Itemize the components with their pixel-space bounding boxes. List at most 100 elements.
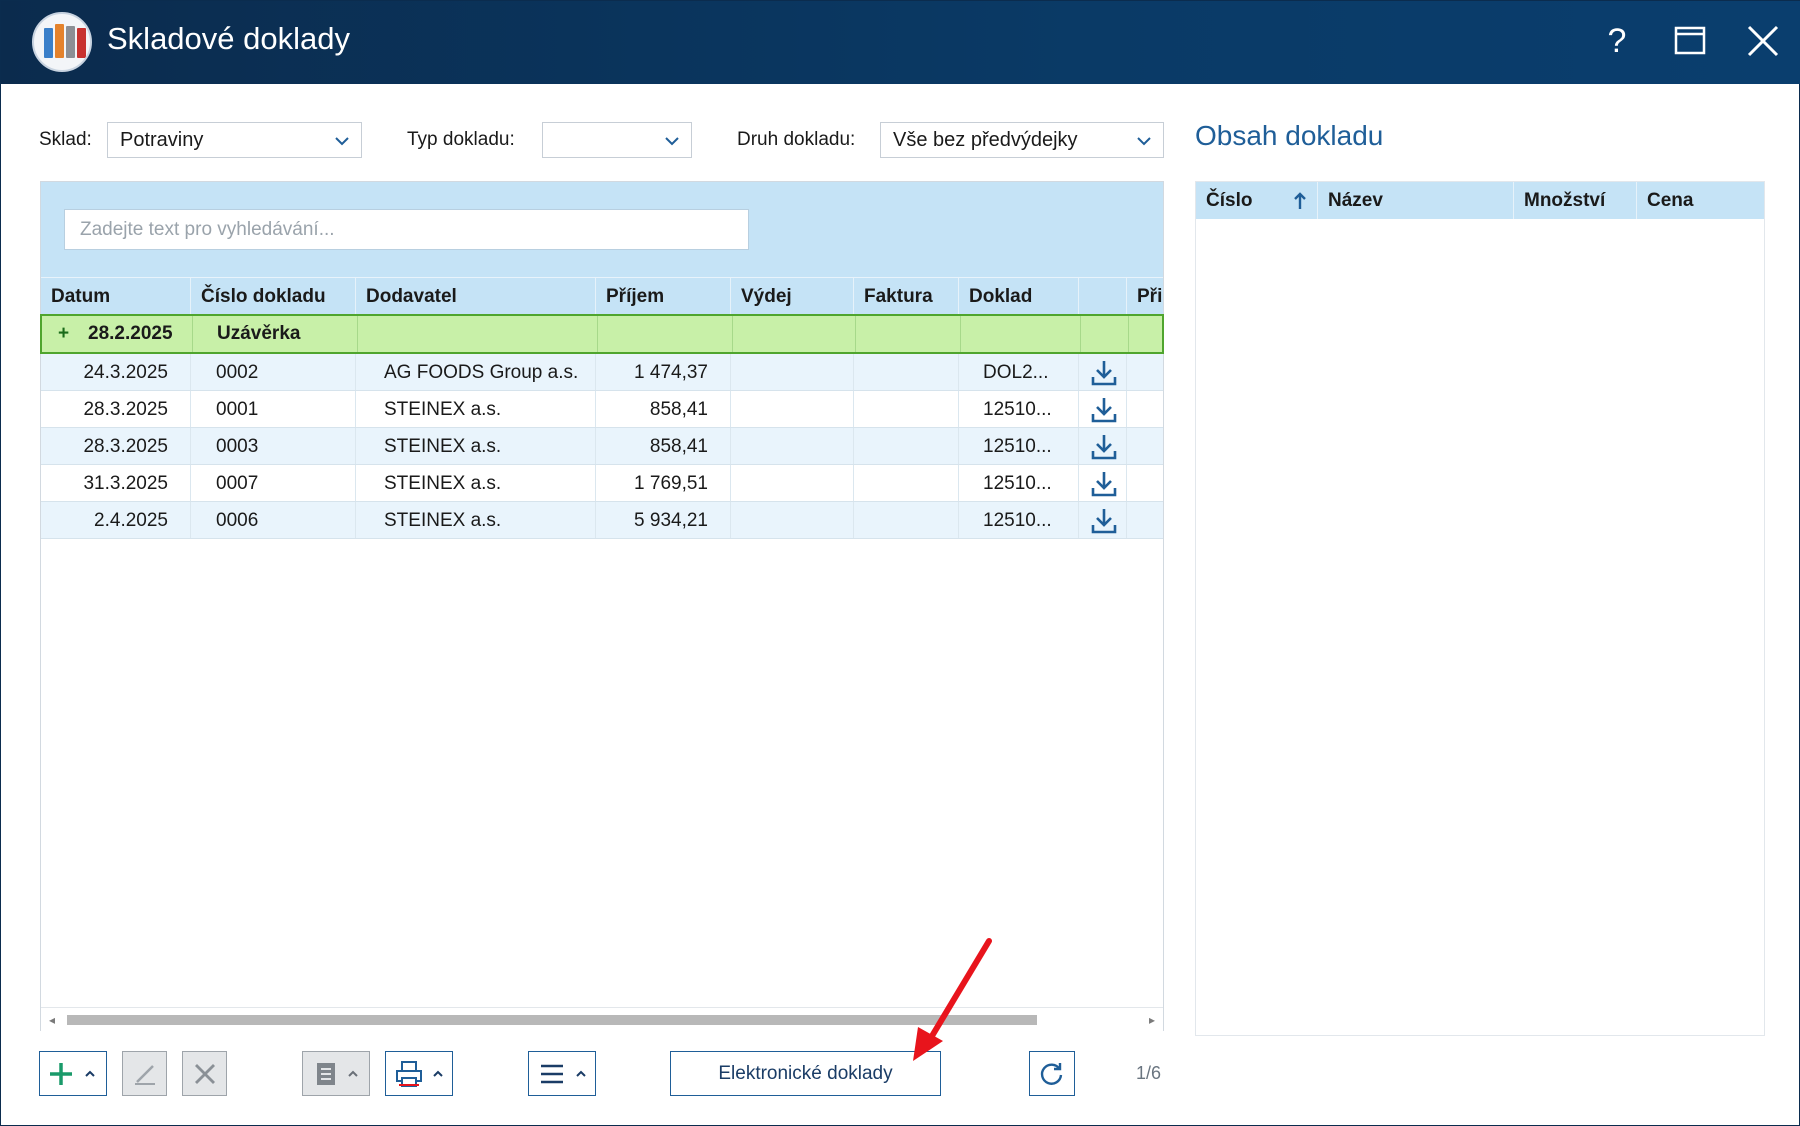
hamburger-menu-icon (541, 1064, 563, 1084)
print-button[interactable] (385, 1051, 453, 1096)
annotation-arrow-icon (913, 938, 992, 1061)
table-row[interactable]: 2.4.2025 0006 STEINEX a.s. 5 934,21 1251… (41, 502, 1163, 539)
column-header-cislo-label: Číslo (1206, 190, 1253, 211)
cell-cislo: 0001 (191, 391, 356, 427)
cell-vydej (731, 428, 854, 464)
cell-prijem: 5 934,21 (596, 502, 731, 538)
edit-button[interactable] (122, 1051, 167, 1096)
group-date-cell: + 28.2.2025 (42, 316, 193, 352)
skladove-doklady-window: Skladové doklady ? Sklad: Potraviny Typ … (0, 0, 1800, 1126)
download-icon[interactable] (1089, 506, 1119, 536)
group-empty-cell (1081, 316, 1129, 352)
group-label: Uzávěrka (193, 316, 358, 352)
documents-grid: Datum Číslo dokladu Dodavatel Příjem Výd… (40, 181, 1164, 1031)
column-header-pri[interactable]: Při (1127, 278, 1163, 315)
cell-prijem: 1 474,37 (596, 354, 731, 390)
detail-header: Číslo Název Množství Cena (1196, 182, 1764, 219)
group-empty-cell (358, 316, 598, 352)
column-header-nazev[interactable]: Název (1318, 182, 1514, 219)
delete-icon (195, 1064, 215, 1084)
group-date: 28.2.2025 (88, 323, 173, 344)
refresh-button[interactable] (1029, 1051, 1075, 1096)
scroll-right-icon[interactable]: ▸ (1149, 1013, 1155, 1027)
typ-dokladu-select[interactable] (542, 122, 692, 158)
refresh-icon (1040, 1063, 1063, 1085)
column-header-cislo-dokladu[interactable]: Číslo dokladu (191, 278, 356, 315)
cell-datum: 2.4.2025 (41, 502, 191, 538)
download-icon[interactable] (1089, 469, 1119, 499)
cell-cislo: 0006 (191, 502, 356, 538)
cell-faktura (854, 354, 959, 390)
caret-up-icon (85, 1070, 95, 1077)
cell-doklad: 12510... (959, 465, 1079, 501)
add-button[interactable] (39, 1051, 107, 1096)
cell-dodavatel: STEINEX a.s. (356, 465, 596, 501)
cell-doklad: DOL2... (959, 354, 1079, 390)
column-header-dodavatel[interactable]: Dodavatel (356, 278, 596, 315)
sklad-select[interactable]: Potraviny (107, 122, 362, 158)
download-icon[interactable] (1089, 432, 1119, 462)
caret-up-icon (576, 1070, 586, 1077)
cell-cislo: 0003 (191, 428, 356, 464)
search-band (41, 182, 1163, 277)
column-header-prijem[interactable]: Příjem (596, 278, 731, 315)
cell-vydej (731, 354, 854, 390)
menu-button[interactable] (528, 1051, 596, 1096)
cell-faktura (854, 391, 959, 427)
help-icon[interactable]: ? (1595, 19, 1639, 63)
cell-prijem: 1 769,51 (596, 465, 731, 501)
cell-dodavatel: STEINEX a.s. (356, 428, 596, 464)
cell-faktura (854, 428, 959, 464)
column-header-vydej[interactable]: Výdej (731, 278, 854, 315)
document-button[interactable] (302, 1051, 370, 1096)
druh-dokladu-value: Vše bez předvýdejky (893, 129, 1078, 151)
cell-doklad: 12510... (959, 391, 1079, 427)
column-header-faktura[interactable]: Faktura (854, 278, 959, 315)
cell-datum: 28.3.2025 (41, 428, 191, 464)
obsah-dokladu-title: Obsah dokladu (1195, 120, 1384, 151)
cell-cislo: 0007 (191, 465, 356, 501)
sklad-label: Sklad: (39, 129, 92, 150)
maximize-icon[interactable] (1669, 19, 1713, 63)
cell-datum: 31.3.2025 (41, 465, 191, 501)
cell-dodavatel: STEINEX a.s. (356, 502, 596, 538)
column-header-datum[interactable]: Datum (41, 278, 191, 315)
cell-dodavatel: AG FOODS Group a.s. (356, 354, 596, 390)
cell-doklad: 12510... (959, 502, 1079, 538)
download-icon[interactable] (1089, 358, 1119, 388)
title-bar: Skladové doklady ? (1, 1, 1800, 84)
close-icon[interactable] (1741, 19, 1785, 63)
chevron-down-icon (1137, 137, 1151, 146)
table-row[interactable]: 28.3.2025 0001 STEINEX a.s. 858,41 12510… (41, 391, 1163, 428)
druh-dokladu-select[interactable]: Vše bez předvýdejky (880, 122, 1164, 158)
search-input[interactable] (64, 209, 749, 250)
chevron-down-icon (335, 137, 349, 146)
column-header-download[interactable] (1079, 278, 1127, 315)
cell-prijem: 858,41 (596, 391, 731, 427)
group-row[interactable]: + 28.2.2025 Uzávěrka (40, 314, 1164, 354)
cell-datum: 24.3.2025 (41, 354, 191, 390)
table-row[interactable]: 24.3.2025 0002 AG FOODS Group a.s. 1 474… (41, 354, 1163, 391)
cell-cislo: 0002 (191, 354, 356, 390)
column-header-cena[interactable]: Cena (1637, 182, 1764, 219)
delete-button[interactable] (182, 1051, 227, 1096)
cell-prijem: 858,41 (596, 428, 731, 464)
group-empty-cell (856, 316, 961, 352)
printer-icon (396, 1061, 422, 1087)
druh-dokladu-label: Druh dokladu: (737, 129, 856, 150)
pencil-icon (135, 1065, 155, 1085)
scrollbar-thumb[interactable] (67, 1015, 1037, 1025)
group-empty-cell (733, 316, 856, 352)
expand-icon[interactable]: + (58, 316, 69, 352)
obsah-dokladu-panel: Číslo Název Množství Cena (1195, 181, 1765, 1036)
cell-faktura (854, 465, 959, 501)
column-header-doklad[interactable]: Doklad (959, 278, 1079, 315)
app-logo-icon (32, 12, 92, 72)
cell-vydej (731, 391, 854, 427)
scroll-left-icon[interactable]: ◂ (49, 1013, 55, 1027)
column-header-mnozstvi[interactable]: Množství (1514, 182, 1637, 219)
download-icon[interactable] (1089, 395, 1119, 425)
group-empty-cell (598, 316, 733, 352)
table-row[interactable]: 28.3.2025 0003 STEINEX a.s. 858,41 12510… (41, 428, 1163, 465)
table-row[interactable]: 31.3.2025 0007 STEINEX a.s. 1 769,51 125… (41, 465, 1163, 502)
